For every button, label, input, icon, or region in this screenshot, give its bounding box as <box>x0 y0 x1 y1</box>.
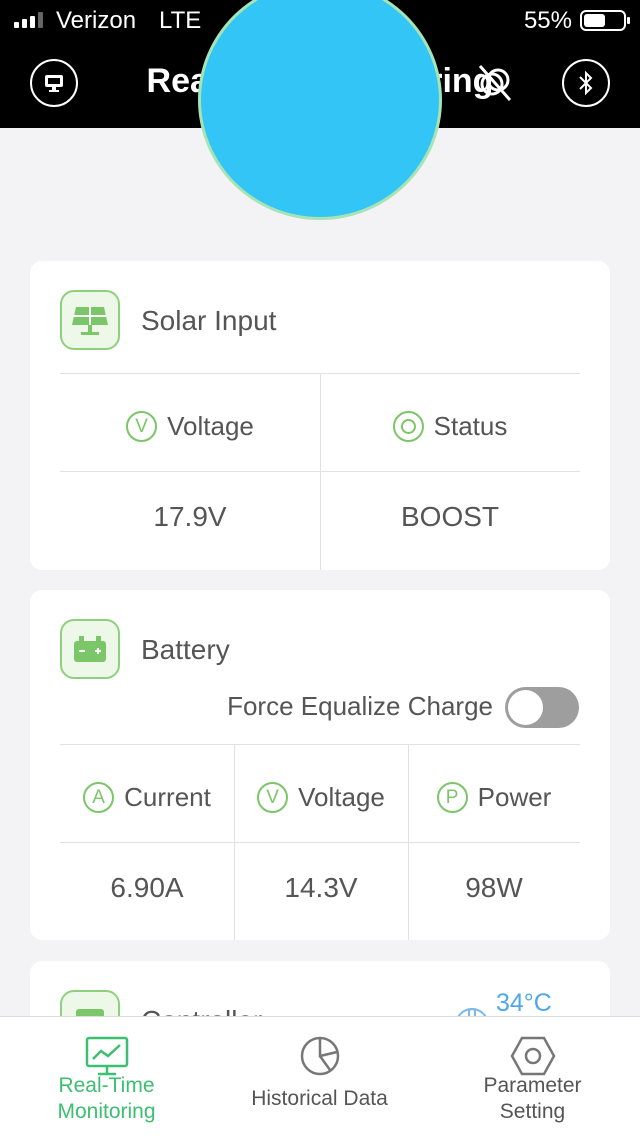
power-gauge <box>198 0 442 220</box>
battery-power-label: P Power <box>408 782 580 813</box>
status-ring-icon <box>392 411 424 442</box>
solar-panel-icon-box <box>60 290 120 350</box>
bluetooth-icon <box>579 70 593 96</box>
solar-status-label: Status <box>320 411 580 442</box>
voltage-badge-icon: V <box>126 411 158 442</box>
battery-title: Battery <box>141 634 230 665</box>
divider <box>60 744 580 745</box>
voltage-badge-icon: V <box>257 782 289 813</box>
battery-icon <box>580 10 630 31</box>
divider <box>60 842 580 843</box>
tab-label: Real-Time <box>58 1074 155 1097</box>
controller-temperature: 34°C <box>496 989 552 1017</box>
power-badge-icon: P <box>436 782 468 813</box>
solar-status-value: BOOST <box>400 501 499 532</box>
force-equalize-toggle[interactable] <box>505 687 579 728</box>
hexagon-nut-icon <box>510 1036 555 1076</box>
tab-parameter-setting[interactable]: Parameter Setting <box>426 1017 639 1136</box>
chart-line-icon <box>85 1036 128 1076</box>
solar-input-title: Solar Input <box>141 305 277 336</box>
tab-historical-data[interactable]: Historical Data <box>213 1017 426 1136</box>
bottom-tab-bar: Real-Time Monitoring Historical Data Par… <box>0 1016 640 1136</box>
battery-card: Battery Force Equalize Charge A Current … <box>30 590 610 940</box>
bluetooth-button[interactable] <box>562 59 610 107</box>
battery-icon-box <box>60 619 120 679</box>
tab-label: Historical Data <box>251 1087 388 1110</box>
battery-percent: 55% <box>523 7 572 34</box>
link-off-icon[interactable] <box>474 62 514 102</box>
solar-input-card: Solar Input V Voltage Status 17.9V BOOST <box>30 261 610 570</box>
battery-voltage-label: V Voltage <box>234 782 408 813</box>
battery-current-value: 6.90A <box>110 872 184 903</box>
divider <box>234 744 235 940</box>
divider <box>408 744 409 940</box>
force-equalize-label: Force Equalize Charge <box>227 691 493 721</box>
battery-voltage-value: 14.3V <box>284 872 358 903</box>
toggle-knob <box>508 690 543 725</box>
tab-real-time-monitoring[interactable]: Real-Time Monitoring <box>0 1017 213 1136</box>
battery-power-value: 98W <box>465 872 523 903</box>
solar-panel-icon <box>72 307 108 335</box>
solar-voltage-label: V Voltage <box>60 411 320 442</box>
battery-current-label: A Current <box>60 782 234 813</box>
car-battery-icon <box>74 636 106 662</box>
tab-label: Monitoring <box>57 1100 156 1123</box>
current-badge-icon: A <box>83 782 115 813</box>
tab-label: Setting <box>499 1100 566 1123</box>
pie-chart-icon <box>300 1036 339 1076</box>
solar-voltage-value: 17.9V <box>153 501 227 532</box>
divider <box>320 373 321 570</box>
tab-label: Parameter <box>483 1074 582 1097</box>
